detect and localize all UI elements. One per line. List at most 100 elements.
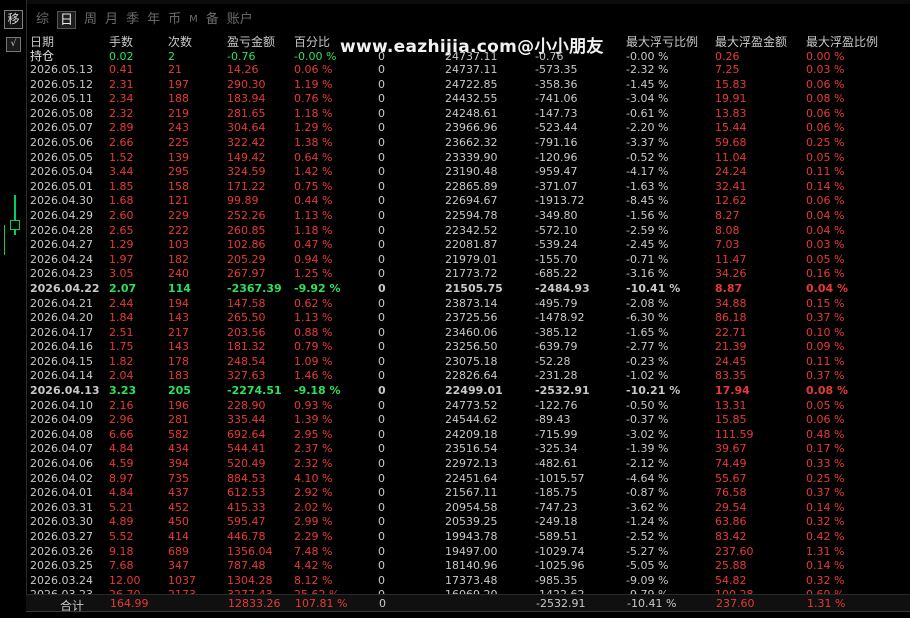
tab-8[interactable]: 备 <box>206 11 219 29</box>
cell-balance: 20539.25 <box>445 515 498 529</box>
cell-count: 139 <box>168 150 189 164</box>
table-row[interactable]: 2026.04.27 1.29 103 102.86 0.47 % 0 22081.87 -5… <box>26 238 896 253</box>
tab-9[interactable]: 账户 <box>227 11 253 29</box>
table-row[interactable]: 2026.04.28 2.65 222 260.85 1.18 % 0 22342.52 -5… <box>26 224 896 239</box>
cell-count: 188 <box>168 92 189 106</box>
table-row[interactable]: 2026.05.08 2.32 219 281.65 1.18 % 0 24248.61 -1… <box>26 107 896 122</box>
table-row[interactable]: 2026.05.12 2.31 197 290.30 1.19 % 0 24722.85 -3… <box>26 78 896 93</box>
cell-count: 178 <box>168 354 189 368</box>
cell-max-gain-pct: 0.03 % <box>806 63 845 76</box>
cell-max-gain-pct: 0.37 % <box>806 311 845 325</box>
table-row[interactable]: 2026.04.14 2.04 183 327.63 1.46 % 0 22826.64 -2… <box>26 369 896 384</box>
cell-max-loss-amt: -539.24 <box>535 238 578 252</box>
cell-count: 183 <box>168 369 189 383</box>
cell-pnl: 322.42 <box>227 135 266 149</box>
table-row[interactable]: 2026.04.16 1.75 143 181.32 0.79 % 0 23256.50 -6… <box>26 340 896 355</box>
table-row[interactable]: 2026.04.17 2.51 217 203.56 0.88 % 0 23460.06 -3… <box>26 326 896 341</box>
table-row[interactable]: 2026.05.06 2.66 225 322.42 1.38 % 0 23662.32 -7… <box>26 136 896 151</box>
table-row[interactable]: 2026.04.07 4.84 434 544.41 2.37 % 0 23516.54 -3… <box>26 442 896 457</box>
cell-pct: -9.18 % <box>294 384 341 398</box>
cell-pct: 1.46 % <box>294 369 333 383</box>
cell-max-gain-pct: 0.05 % <box>806 252 845 266</box>
cell-max-gain-amt: 11.47 <box>715 252 747 266</box>
tab-7[interactable]: M <box>189 11 198 29</box>
table-row[interactable]: 2026.04.20 1.84 143 265.50 1.13 % 0 23725.56 -1… <box>26 311 896 326</box>
column-header-4[interactable]: 百分比 <box>294 33 378 50</box>
table-row[interactable]: 2026.05.11 2.34 188 183.94 0.76 % 0 24432.55 -7… <box>26 92 896 107</box>
table-row[interactable]: 2026.05.01 1.85 158 171.22 0.75 % 0 22865.89 -3… <box>26 180 896 195</box>
table-row[interactable]: 2026.04.29 2.60 229 252.26 1.13 % 0 22594.78 -3… <box>26 209 896 224</box>
table-row[interactable]: 2026.04.01 4.84 437 612.53 2.92 % 0 21567.11 -1… <box>26 486 896 501</box>
column-header-5[interactable] <box>378 33 445 50</box>
cell-max-gain-amt: 8.87 <box>715 281 743 295</box>
table-row[interactable]: 2026.04.21 2.44 194 147.58 0.62 % 0 23873.14 -4… <box>26 297 896 312</box>
cell-zero: 0 <box>378 252 385 266</box>
move-button[interactable]: 移 <box>4 10 23 29</box>
column-header-8[interactable]: 最大浮亏比例 <box>626 33 715 50</box>
table-row[interactable]: 2026.03.24 12.00 1037 1304.28 8.12 % 0 17373.4… <box>26 574 896 589</box>
table-row[interactable]: 2026.03.30 4.89 450 595.47 2.99 % 0 20539.25 -2… <box>26 515 896 530</box>
column-header-1[interactable]: 手数 <box>109 33 168 50</box>
cell-max-loss-amt: -495.79 <box>535 296 578 310</box>
column-header-3[interactable]: 盈亏金额 <box>227 33 294 50</box>
tab-2[interactable]: 周 <box>84 11 97 29</box>
cell-balance: 20954.58 <box>445 500 498 514</box>
cell-pnl: 203.56 <box>227 325 266 339</box>
table-row[interactable]: 2026.04.08 6.66 582 692.64 2.95 % 0 24209.18 -7… <box>26 428 896 443</box>
tab-5[interactable]: 年 <box>147 11 160 29</box>
cell-date: 2026.04.27 <box>30 238 93 252</box>
column-header-10[interactable]: 最大浮盈比例 <box>806 33 896 50</box>
table-row[interactable]: 2026.04.02 8.97 735 884.53 4.10 % 0 22451.64 -1… <box>26 472 896 487</box>
cell-max-gain-pct: 0.06 % <box>806 106 845 120</box>
cell-zero: 0 <box>378 121 385 135</box>
cell-max-gain-amt: 13.31 <box>715 398 747 412</box>
cell-lots: 1.85 <box>109 179 134 193</box>
column-header-2[interactable]: 次数 <box>168 33 227 50</box>
select-all-checkbox[interactable]: √ <box>6 37 21 52</box>
table-row[interactable]: 持仓 0.02 2 -0.76 -0.00 % 0 24737.11 -0.76 -0.00 %… <box>26 50 896 63</box>
cell-pnl: 446.78 <box>227 530 266 543</box>
cell-zero: 0 <box>378 384 386 398</box>
cell-lots: 4.89 <box>109 515 134 529</box>
table-row[interactable]: 2026.04.24 1.97 182 205.29 0.94 % 0 21979.01 -1… <box>26 253 896 268</box>
cell-lots: 2.16 <box>109 398 134 412</box>
tab-0[interactable]: 综 <box>36 11 49 29</box>
table-row[interactable]: 2026.04.06 4.59 394 520.49 2.32 % 0 22972.13 -4… <box>26 457 896 472</box>
table-row[interactable]: 2026.04.10 2.16 196 228.90 0.93 % 0 24773.52 -1… <box>26 399 896 414</box>
table-row[interactable]: 2026.05.04 3.44 295 324.59 1.42 % 0 23190.48 -9… <box>26 165 896 180</box>
column-header-0[interactable]: 日期 <box>26 33 109 50</box>
table-row[interactable]: 2026.04.23 3.05 240 267.97 1.25 % 0 21773.72 -6… <box>26 267 896 282</box>
cell-count: 450 <box>168 515 189 529</box>
table-row[interactable]: 2026.04.15 1.82 178 248.54 1.09 % 0 23075.18 -5… <box>26 355 896 370</box>
table-row[interactable]: 2026.04.30 1.68 121 99.89 0.44 % 0 22694.67 -19… <box>26 194 896 209</box>
table-row[interactable]: 2026.05.07 2.89 243 304.64 1.29 % 0 23966.96 -5… <box>26 121 896 136</box>
table-row[interactable]: 2026.04.22 2.07 114 -2367.39 -9.92 % 0 21505.7… <box>26 282 896 297</box>
table-row[interactable]: 2026.04.09 2.96 281 335.44 1.39 % 0 24544.62 -8… <box>26 413 896 428</box>
tab-3[interactable]: 月 <box>105 11 118 29</box>
column-header-9[interactable]: 最大浮盈金额 <box>715 33 806 50</box>
cell-max-gain-amt: 21.39 <box>715 340 747 354</box>
table-row[interactable]: 2026.05.13 0.41 21 14.26 0.06 % 0 24737.11 -573… <box>26 63 896 78</box>
cell-max-loss-amt: -231.28 <box>535 369 578 383</box>
cell-balance: 19943.78 <box>445 530 498 543</box>
column-header-7[interactable] <box>535 33 626 50</box>
table-row[interactable]: 2026.03.26 9.18 689 1356.04 7.48 % 0 19497.00 -… <box>26 545 896 560</box>
cell-lots: 5.52 <box>109 530 134 543</box>
table-row[interactable]: 2026.03.25 7.68 347 787.48 4.42 % 0 18140.96 -1… <box>26 559 896 574</box>
cell-balance: 23662.32 <box>445 135 498 149</box>
table-row[interactable]: 2026.03.27 5.52 414 446.78 2.29 % 0 19943.78 -5… <box>26 530 896 545</box>
table-row[interactable]: 2026.03.31 5.21 452 415.33 2.02 % 0 20954.58 -7… <box>26 501 896 516</box>
daily-report-table: 日期 手数 次数 盈亏金额 百分比 最大浮亏比例 最大浮盈金额 最大浮盈比例 持仓 0.02 2 -… <box>26 33 896 618</box>
table-row[interactable]: 2026.05.05 1.52 139 149.42 0.64 % 0 23339.90 -1… <box>26 151 896 166</box>
cell-zero: 0 <box>378 106 385 120</box>
cell-lots: 1.52 <box>109 150 134 164</box>
tab-1[interactable]: 日 <box>57 11 77 29</box>
tab-6[interactable]: 币 <box>168 11 181 29</box>
cell-max-loss-amt: -747.23 <box>535 500 578 514</box>
column-header-6[interactable] <box>445 33 535 50</box>
cell-balance: 23725.56 <box>445 311 498 325</box>
table-row[interactable]: 2026.04.13 3.23 205 -2274.51 -9.18 % 0 22499.0… <box>26 384 896 399</box>
tab-4[interactable]: 季 <box>126 11 139 29</box>
cell-max-loss-amt: -959.47 <box>535 165 578 179</box>
cell-balance: 21567.11 <box>445 486 498 500</box>
